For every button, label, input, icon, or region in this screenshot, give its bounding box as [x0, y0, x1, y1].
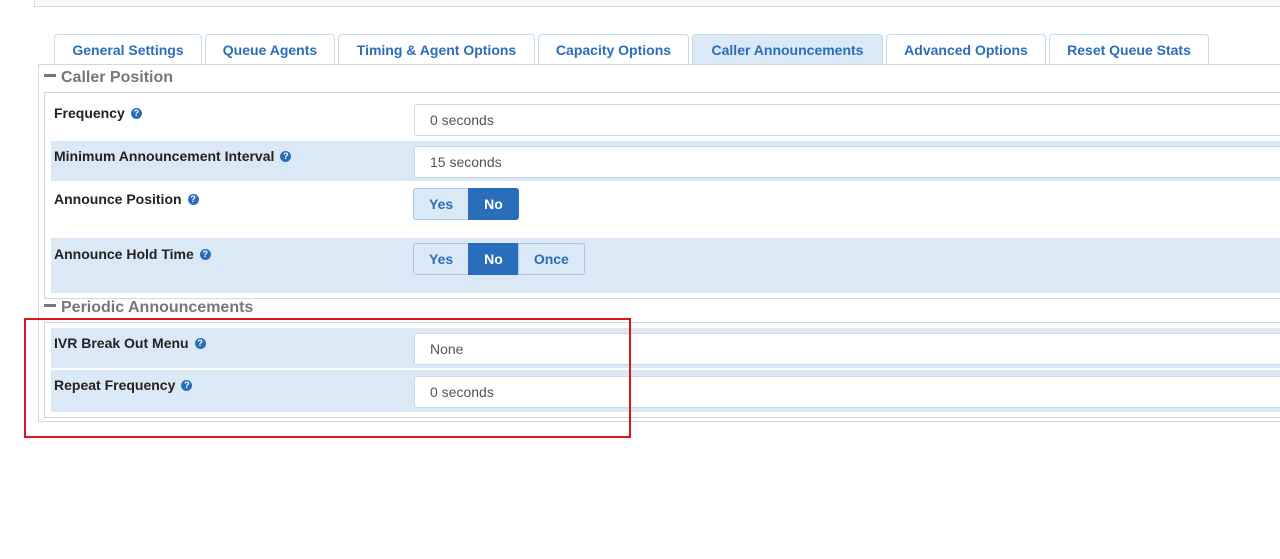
announce-position-yes-button[interactable]: Yes	[413, 188, 470, 220]
help-icon[interactable]: ?	[181, 379, 193, 391]
row-repeat-frequency: Repeat Frequency? 0 seconds	[51, 370, 1280, 412]
row-announce-position: Announce Position? Yes No	[51, 183, 1280, 235]
section-toggle-caller-position[interactable]: Caller Position	[44, 66, 173, 90]
label-repeat-frequency: Repeat Frequency?	[54, 377, 193, 393]
frequency-select[interactable]: 0 seconds	[414, 104, 1280, 136]
row-frequency: Frequency? 0 seconds	[51, 98, 1280, 138]
tab-advanced-options[interactable]: Advanced Options	[886, 34, 1046, 64]
label-min-interval: Minimum Announcement Interval?	[54, 148, 292, 164]
tab-capacity-options[interactable]: Capacity Options	[538, 34, 689, 64]
section-title-caller-position: Caller Position	[61, 69, 174, 86]
help-icon[interactable]: ?	[130, 107, 142, 119]
label-announce-position: Announce Position?	[54, 191, 199, 207]
collapse-minus-icon	[44, 74, 56, 78]
collapse-minus-icon	[44, 304, 56, 308]
section-toggle-periodic[interactable]: Periodic Announcements	[44, 296, 253, 320]
help-icon[interactable]: ?	[199, 248, 211, 260]
announce-hold-time-yes-button[interactable]: Yes	[413, 243, 470, 275]
label-announce-hold-time: Announce Hold Time?	[54, 246, 211, 262]
tab-caller-announcements[interactable]: Caller Announcements	[692, 34, 883, 65]
tab-reset-queue-stats[interactable]: Reset Queue Stats	[1049, 34, 1209, 64]
label-frequency: Frequency?	[54, 105, 142, 121]
announce-hold-time-once-button[interactable]: Once	[517, 243, 585, 275]
row-min-interval: Minimum Announcement Interval? 15 second…	[51, 141, 1280, 181]
announce-position-toggle: Yes No	[413, 188, 519, 220]
ivr-break-out-select[interactable]: None	[414, 333, 1280, 365]
min-interval-select[interactable]: 15 seconds	[414, 146, 1280, 178]
tab-general-settings[interactable]: General Settings	[54, 34, 202, 64]
tab-queue-agents[interactable]: Queue Agents	[205, 34, 335, 64]
repeat-frequency-select[interactable]: 0 seconds	[414, 376, 1280, 408]
help-icon[interactable]: ?	[194, 337, 206, 349]
label-ivr-break-out: IVR Break Out Menu?	[54, 335, 206, 351]
announce-hold-time-toggle: Yes No Once	[413, 243, 585, 275]
help-icon[interactable]: ?	[187, 193, 199, 205]
top-panel-edge	[34, 0, 1280, 7]
announce-hold-time-no-button[interactable]: No	[468, 243, 519, 275]
tab-timing-agent-options[interactable]: Timing & Agent Options	[338, 34, 535, 64]
tab-bar: General Settings Queue Agents Timing & A…	[0, 34, 1280, 65]
row-ivr-break-out: IVR Break Out Menu? None	[51, 328, 1280, 368]
help-icon[interactable]: ?	[280, 150, 292, 162]
section-title-periodic: Periodic Announcements	[61, 299, 254, 316]
row-announce-hold-time: Announce Hold Time? Yes No Once	[51, 238, 1280, 293]
announce-position-no-button[interactable]: No	[468, 188, 519, 220]
